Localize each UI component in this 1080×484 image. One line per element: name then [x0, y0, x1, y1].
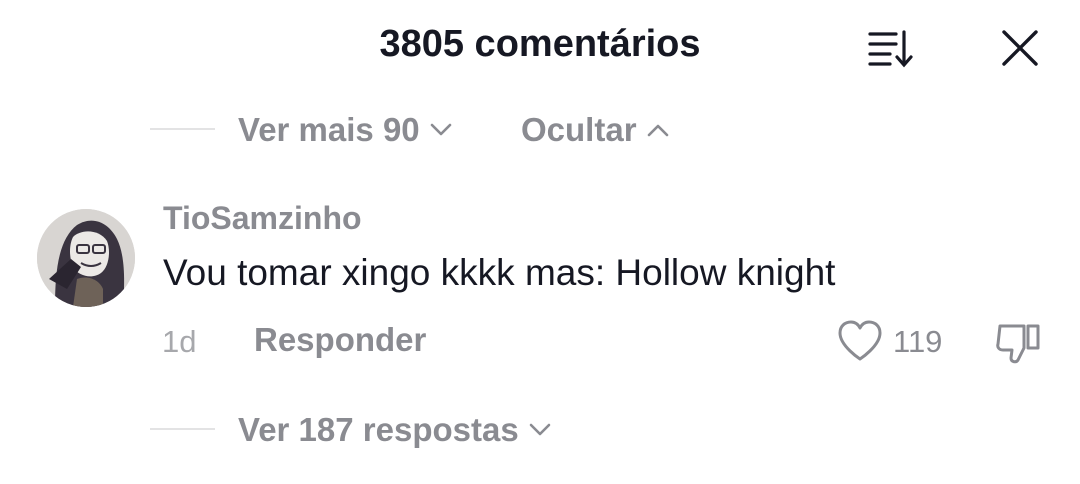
sort-list-icon[interactable]	[866, 28, 918, 70]
see-more-replies-button[interactable]: Ver mais 90	[238, 110, 452, 150]
thread-divider	[150, 128, 215, 130]
thumbs-down-icon[interactable]	[994, 318, 1044, 366]
reply-button[interactable]: Responder	[254, 320, 426, 360]
comment-text: Vou tomar xingo kkkk mas: Hollow knight	[163, 252, 836, 293]
avatar[interactable]	[37, 209, 135, 307]
replies-divider	[150, 428, 215, 430]
comments-title: 3805 comentários	[379, 23, 701, 65]
heart-icon[interactable]	[836, 318, 884, 364]
see-more-label: Ver mais 90	[238, 111, 420, 148]
close-icon[interactable]	[1000, 28, 1040, 68]
avatar-image	[37, 209, 135, 307]
hide-replies-button[interactable]: Ocultar	[521, 110, 669, 150]
like-count: 119	[893, 324, 943, 359]
view-replies-button[interactable]: Ver 187 respostas	[238, 410, 551, 450]
chevron-down-icon	[529, 423, 551, 436]
comment-username[interactable]: TioSamzinho	[163, 198, 362, 238]
chevron-up-icon	[647, 124, 668, 137]
hide-label: Ocultar	[521, 111, 637, 148]
chevron-down-icon	[430, 123, 451, 136]
comment-time: 1d	[162, 324, 197, 359]
view-replies-label: Ver 187 respostas	[238, 411, 519, 448]
